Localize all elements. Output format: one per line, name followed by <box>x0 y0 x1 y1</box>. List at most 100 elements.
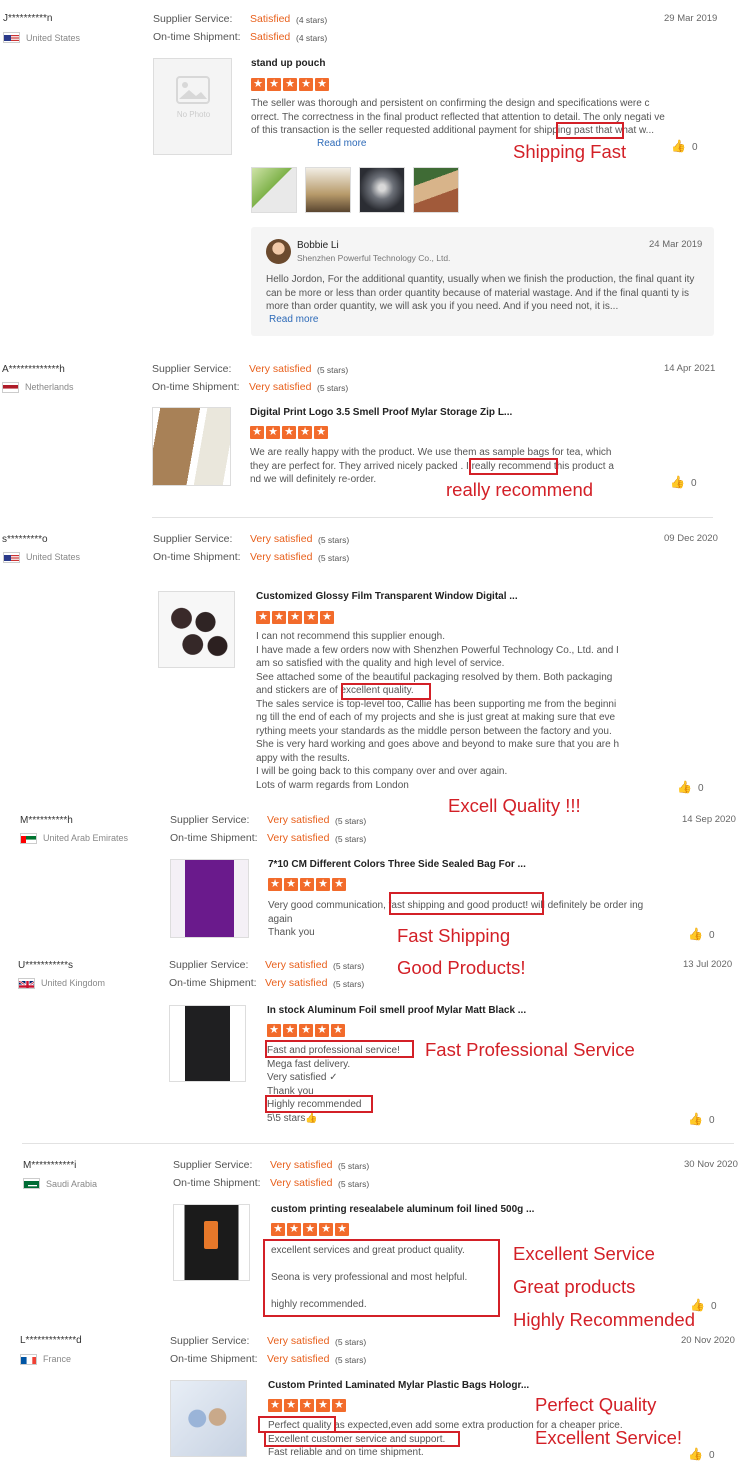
flag-us-icon <box>3 32 20 43</box>
review-date: 13 Jul 2020 <box>683 959 733 970</box>
like-button[interactable]: 👍 0 <box>688 927 715 941</box>
star-rating: ★ ★ ★ ★ ★ <box>268 1399 346 1412</box>
annotation-text: really recommend <box>446 479 594 500</box>
product-image-placeholder[interactable]: No Photo <box>153 58 232 155</box>
star-icon: ★ <box>315 78 329 91</box>
flag-nl-icon <box>2 382 19 393</box>
thumbs-up-icon: 👍 <box>677 780 692 794</box>
reviewer-name: M**********h <box>20 815 73 826</box>
star-rating: ★ ★ ★ ★ ★ <box>267 1024 345 1037</box>
reply-company: Shenzhen Powerful Technology Co., Ltd. <box>297 253 451 263</box>
star-icon: ★ <box>298 426 312 439</box>
star-icon: ★ <box>287 1223 301 1236</box>
reply-author: Bobbie Li <box>297 240 339 251</box>
highlight-box <box>263 1239 500 1317</box>
star-icon: ★ <box>268 878 282 891</box>
supplier-service-label: Supplier Service: <box>153 533 233 545</box>
product-title[interactable]: Customized Glossy Film Transparent Windo… <box>256 591 518 602</box>
reviewer-country: France <box>43 1354 72 1364</box>
star-rating: ★ ★ ★ ★ ★ <box>268 878 346 891</box>
annotation-text: Shipping Fast <box>513 141 627 162</box>
like-button[interactable]: 👍 0 <box>690 1298 717 1312</box>
supplier-service-value: Very satisfied <box>249 363 312 375</box>
read-more-link[interactable]: Read more <box>269 314 318 325</box>
reviewer-country: United States <box>26 552 81 562</box>
thumbs-up-icon: 👍 <box>688 927 703 941</box>
avatar <box>266 239 291 264</box>
shipment-label: On-time Shipment: <box>153 31 241 43</box>
review-photo[interactable] <box>413 167 459 213</box>
supplier-service-value: Very satisfied <box>267 814 330 826</box>
product-image[interactable] <box>169 1005 246 1082</box>
flag-sa-icon <box>23 1178 40 1189</box>
star-rating: ★ ★ ★ ★ ★ <box>271 1223 349 1236</box>
shipment-stars: (5 stars) <box>317 383 349 393</box>
star-rating: ★ ★ ★ ★ ★ <box>251 78 329 91</box>
annotation-text: Great products <box>513 1276 636 1297</box>
divider <box>22 1143 734 1144</box>
read-more-link[interactable]: Read more <box>315 138 367 149</box>
review-photo[interactable] <box>359 167 405 213</box>
like-button[interactable]: 👍 0 <box>670 475 697 489</box>
review-photo[interactable] <box>251 167 297 213</box>
reviewer-name: s*********o <box>2 534 48 545</box>
review-body: I can not recommend this supplier enough… <box>256 631 620 791</box>
product-title[interactable]: Custom Printed Laminated Mylar Plastic B… <box>268 1380 529 1391</box>
product-title[interactable]: stand up pouch <box>251 58 325 69</box>
star-icon: ★ <box>331 1024 345 1037</box>
product-image[interactable] <box>170 1380 247 1457</box>
reviewer-country: Netherlands <box>25 382 74 392</box>
star-icon: ★ <box>315 1024 329 1037</box>
star-icon: ★ <box>267 78 281 91</box>
product-image[interactable] <box>152 407 231 486</box>
flag-us-icon <box>3 552 20 563</box>
product-title[interactable]: In stock Aluminum Foil smell proof Mylar… <box>267 1005 526 1016</box>
highlight-box <box>264 1431 460 1447</box>
shipment-label: On-time Shipment: <box>169 977 257 989</box>
product-image[interactable] <box>173 1204 250 1281</box>
reviewer-country: United Kingdom <box>41 978 106 988</box>
review-date: 20 Nov 2020 <box>681 1335 735 1346</box>
review-date: 29 Mar 2019 <box>664 13 718 24</box>
product-image-detail <box>204 1221 218 1249</box>
review-card: J**********n United States Supplier Serv… <box>0 0 750 345</box>
review-card: s*********o United States Supplier Servi… <box>0 525 750 816</box>
supplier-stars: (5 stars) <box>335 816 367 826</box>
reviewer-country: United Arab Emirates <box>43 833 129 843</box>
thumbs-up-icon: 👍 <box>670 475 685 489</box>
star-rating: ★ ★ ★ ★ ★ <box>250 426 328 439</box>
star-icon: ★ <box>250 426 264 439</box>
shipment-label: On-time Shipment: <box>170 1353 258 1365</box>
review-card: A*************h Netherlands Supplier Ser… <box>0 355 750 505</box>
product-title[interactable]: custom printing resealabele aluminum foi… <box>271 1204 534 1215</box>
product-title[interactable]: Digital Print Logo 3.5 Smell Proof Mylar… <box>250 407 512 418</box>
review-photos <box>251 167 459 213</box>
supplier-service-value: Very satisfied <box>250 533 313 545</box>
like-button[interactable]: 👍 0 <box>677 780 704 794</box>
star-icon: ★ <box>316 878 330 891</box>
like-button[interactable]: 👍 0 <box>671 139 698 153</box>
product-image[interactable] <box>170 859 249 938</box>
like-count: 0 <box>697 783 704 794</box>
star-icon: ★ <box>284 878 298 891</box>
star-icon: ★ <box>320 611 334 624</box>
like-button[interactable]: 👍 0 <box>688 1112 715 1126</box>
like-button[interactable]: 👍 0 <box>688 1447 715 1461</box>
product-title[interactable]: 7*10 CM Different Colors Three Side Seal… <box>268 859 526 870</box>
reviewer-name: L*************d <box>20 1335 82 1346</box>
star-icon: ★ <box>316 1399 330 1412</box>
star-icon: ★ <box>304 611 318 624</box>
star-icon: ★ <box>272 611 286 624</box>
shipment-stars: (5 stars) <box>338 1179 370 1189</box>
supplier-reply: Bobbie Li Shenzhen Powerful Technology C… <box>251 227 714 336</box>
supplier-stars: (5 stars) <box>318 535 350 545</box>
shipment-value: Very satisfied <box>267 1353 330 1365</box>
like-count: 0 <box>690 478 697 489</box>
reply-date: 24 Mar 2019 <box>649 239 703 250</box>
like-count: 0 <box>691 142 698 153</box>
star-icon: ★ <box>267 1024 281 1037</box>
review-photo[interactable] <box>305 167 351 213</box>
product-image[interactable] <box>158 591 235 668</box>
star-icon: ★ <box>303 1223 317 1236</box>
star-icon: ★ <box>251 78 265 91</box>
